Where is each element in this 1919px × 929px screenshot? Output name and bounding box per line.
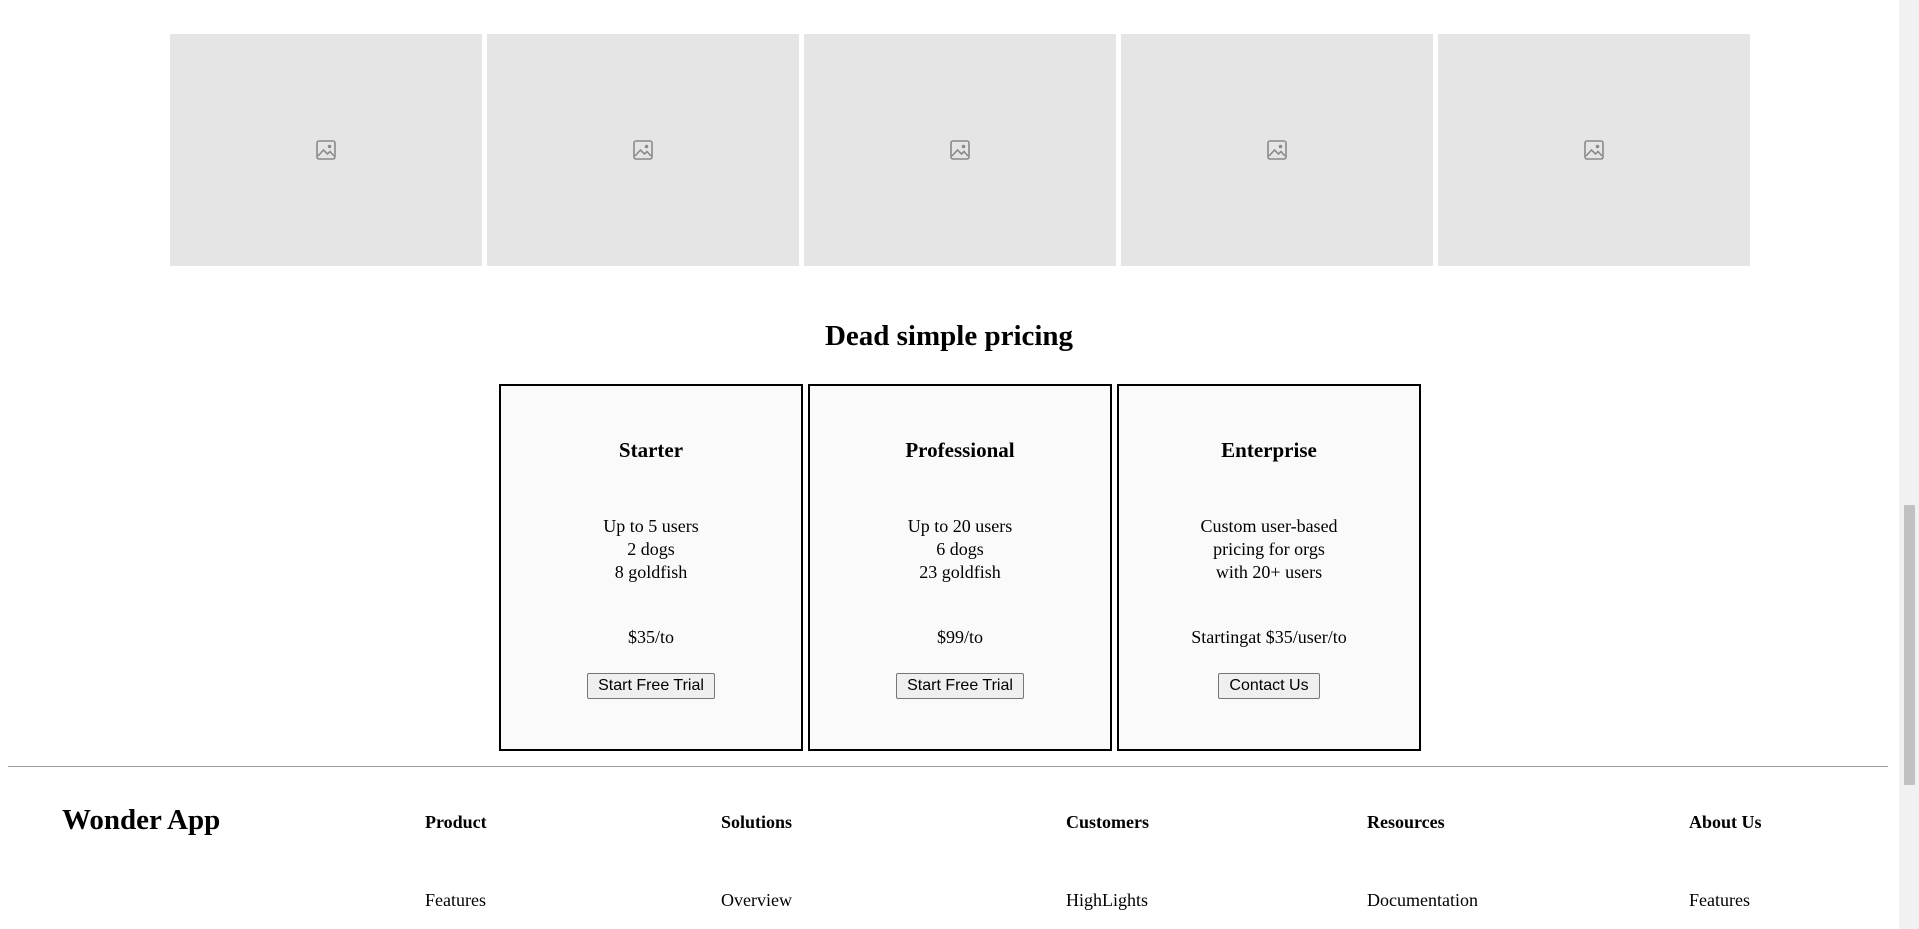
page-scrollbar[interactable]	[1899, 0, 1919, 929]
footer-link[interactable]: HighLights	[1066, 890, 1148, 911]
plan-price: $35/to	[627, 627, 674, 647]
gallery-image-1[interactable]	[170, 34, 482, 266]
image-placeholder-icon	[633, 140, 653, 160]
footer-column-title: Resources	[1367, 812, 1445, 832]
footer-column-about-us: About Us Features	[1689, 812, 1762, 910]
image-gallery	[170, 34, 1750, 266]
footer-column-title: About Us	[1689, 812, 1762, 832]
start-free-trial-button[interactable]: Start Free Trial	[587, 673, 715, 699]
image-placeholder-icon	[316, 140, 336, 160]
pricing-cards: Starter Up to 5 users 2 dogs 8 goldfish …	[499, 384, 1421, 751]
footer-column-title: Product	[425, 812, 487, 832]
footer-link[interactable]: Features	[1689, 890, 1750, 911]
plan-feature: Up to 20 users	[907, 516, 1013, 536]
pricing-card-starter: Starter Up to 5 users 2 dogs 8 goldfish …	[499, 384, 803, 751]
start-free-trial-button[interactable]: Start Free Trial	[896, 673, 1024, 699]
page: Dead simple pricing Starter Up to 5 user…	[0, 0, 1919, 929]
scrollbar-thumb[interactable]	[1904, 505, 1915, 785]
plan-price: Startingat $35/user/to	[1191, 627, 1347, 647]
image-placeholder-icon	[1584, 140, 1604, 160]
gallery-image-3[interactable]	[804, 34, 1116, 266]
plan-description: Up to 20 users 6 dogs 23 goldfish	[810, 515, 1110, 584]
plan-name: Enterprise	[1221, 438, 1317, 462]
gallery-image-5[interactable]	[1438, 34, 1750, 266]
pricing-card-enterprise: Enterprise Custom user-based pricing for…	[1117, 384, 1421, 751]
plan-price: $99/to	[936, 627, 983, 647]
image-placeholder-icon	[1267, 140, 1287, 160]
contact-us-button[interactable]: Contact Us	[1218, 673, 1320, 699]
footer-link[interactable]: Features	[425, 890, 486, 911]
footer-column-product: Product Features	[425, 812, 487, 910]
plan-name: Professional	[905, 438, 1015, 462]
plan-feature: 23 goldfish	[919, 562, 1001, 582]
footer-column-title: Solutions	[721, 812, 793, 832]
footer-link[interactable]: Overview	[721, 890, 792, 911]
footer-column-customers: Customers HighLights	[1066, 812, 1149, 910]
plan-feature: Custom user-based	[1200, 516, 1338, 536]
footer-divider	[8, 766, 1888, 767]
footer-column-title: Customers	[1066, 812, 1149, 832]
gallery-image-4[interactable]	[1121, 34, 1433, 266]
footer-brand[interactable]: Wonder App	[62, 804, 220, 837]
pricing-card-professional: Professional Up to 20 users 6 dogs 23 go…	[808, 384, 1112, 751]
plan-feature: 6 dogs	[936, 539, 984, 559]
plan-description: Custom user-based pricing for orgs with …	[1119, 515, 1419, 584]
plan-feature: with 20+ users	[1215, 562, 1323, 582]
image-placeholder-icon	[950, 140, 970, 160]
pricing-title: Dead simple pricing	[824, 320, 1074, 352]
gallery-image-2[interactable]	[487, 34, 799, 266]
plan-feature: pricing for orgs	[1213, 539, 1325, 559]
footer-column-resources: Resources Documentation	[1367, 812, 1478, 910]
plan-description: Up to 5 users 2 dogs 8 goldfish	[501, 515, 801, 584]
footer-column-solutions: Solutions Overview	[721, 812, 793, 910]
plan-name: Starter	[618, 438, 684, 462]
plan-feature: Up to 5 users	[603, 516, 699, 536]
plan-feature: 8 goldfish	[614, 562, 688, 582]
plan-feature: 2 dogs	[627, 539, 675, 559]
footer-link[interactable]: Documentation	[1367, 890, 1478, 911]
